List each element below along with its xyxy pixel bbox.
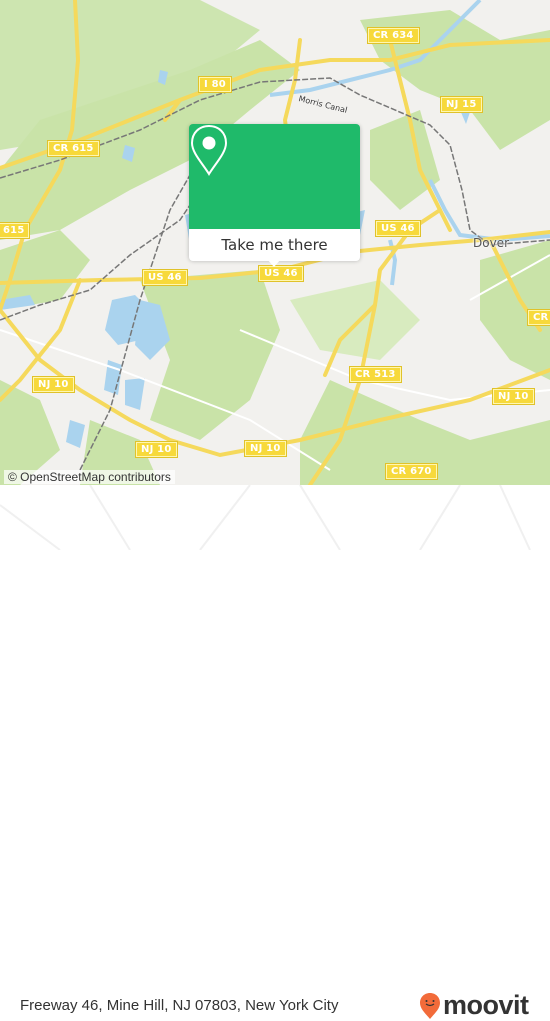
map[interactable]: CR 634 I 80 NJ 15 CR 615 615 US 46 US 46… xyxy=(0,0,550,485)
route-shield: 615 xyxy=(0,222,31,239)
map-attribution[interactable]: © OpenStreetMap contributors xyxy=(4,470,175,484)
address-text: Freeway 46, Mine Hill, NJ 07803, New Yor… xyxy=(20,997,339,1014)
footer: Freeway 46, Mine Hill, NJ 07803, New Yor… xyxy=(0,485,550,1020)
route-shield: CR xyxy=(526,309,550,326)
popup-pointer xyxy=(267,259,281,267)
route-shield: I 80 xyxy=(198,76,232,93)
route-shield: NJ 10 xyxy=(32,376,75,393)
route-shield: CR 670 xyxy=(385,463,438,480)
take-me-there-button[interactable]: Take me there xyxy=(189,229,360,261)
take-me-there-popup[interactable]: Take me there xyxy=(189,124,360,267)
route-shield: US 46 xyxy=(258,265,304,282)
route-shield: US 46 xyxy=(375,220,421,237)
route-shield: NJ 10 xyxy=(492,388,535,405)
minor-roads xyxy=(0,254,550,471)
route-shield: CR 634 xyxy=(367,27,420,44)
popup-header xyxy=(189,124,360,229)
route-shield: NJ 15 xyxy=(440,96,483,113)
moovit-logo[interactable]: moovit xyxy=(419,990,529,1021)
route-shield: CR 513 xyxy=(349,366,402,383)
route-shield: US 46 xyxy=(142,269,188,286)
footer-pattern xyxy=(0,485,531,550)
route-shield: NJ 10 xyxy=(135,441,178,458)
moovit-pin-icon xyxy=(420,992,440,1019)
route-shield: CR 615 xyxy=(47,140,100,157)
map-pin-icon xyxy=(190,124,228,176)
route-shield: NJ 10 xyxy=(244,440,287,457)
place-label-dover: Dover xyxy=(473,236,509,250)
brand-name: moovit xyxy=(443,990,529,1020)
